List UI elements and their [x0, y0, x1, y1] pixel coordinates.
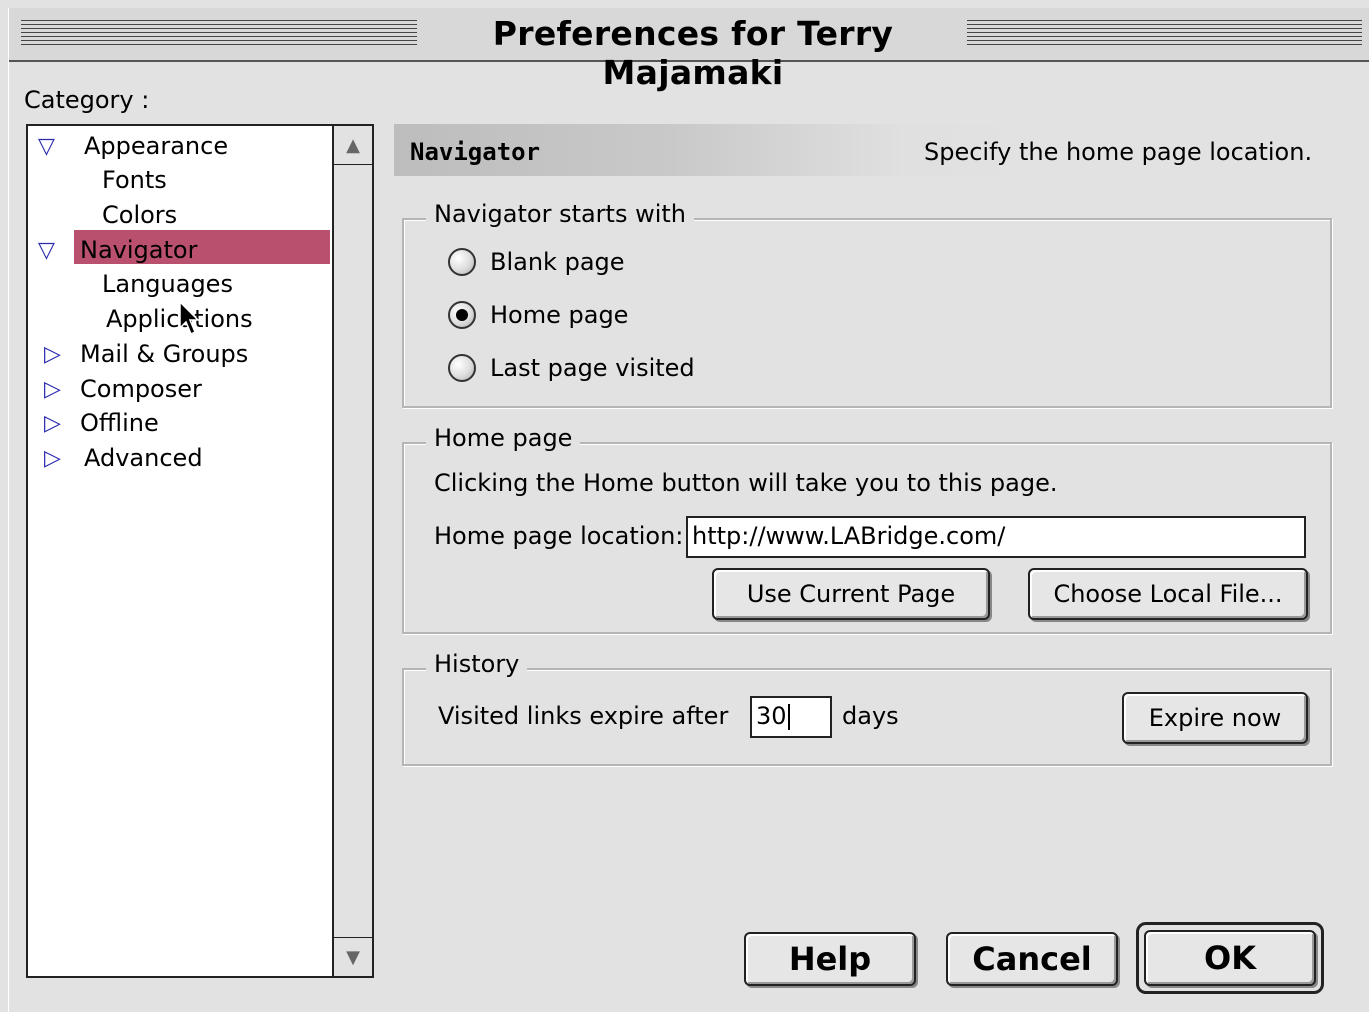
disclosure-triangle-open-icon[interactable]: ▽ [38, 240, 60, 262]
starts-with-legend: Navigator starts with [426, 200, 695, 228]
title-bar-stripes-right [967, 20, 1362, 48]
radio-home-page[interactable] [448, 301, 476, 329]
tree-item-label: Advanced [84, 444, 203, 472]
home-page-location-value: http://www.LABridge.com/ [692, 522, 1006, 550]
tree-item-label: Navigator [80, 236, 198, 264]
tree-item-label: Appearance [84, 132, 229, 160]
disclosure-triangle-closed-icon[interactable]: ▷ [44, 379, 66, 401]
scroll-up-arrow-icon[interactable]: ▲ [334, 126, 372, 165]
history-legend: History [426, 650, 528, 678]
radio-label-last-page-visited[interactable]: Last page visited [490, 354, 695, 382]
text-caret [787, 704, 790, 730]
category-label: Category : [24, 86, 150, 114]
tree-item-label: Offline [80, 409, 159, 437]
disclosure-triangle-closed-icon[interactable]: ▷ [44, 413, 66, 435]
disclosure-triangle-open-icon[interactable]: ▽ [38, 136, 60, 158]
tree-item-label: Mail & Groups [80, 340, 249, 368]
expire-now-button[interactable]: Expire now [1122, 692, 1308, 744]
history-days-value: 30 [756, 702, 787, 730]
tree-item-label: Fonts [102, 166, 167, 194]
scroll-down-arrow-icon[interactable]: ▼ [334, 937, 372, 976]
mouse-pointer-icon [179, 300, 200, 336]
title-bar[interactable]: Preferences for Terry Majamaki [9, 8, 1369, 92]
help-button[interactable]: Help [744, 932, 916, 986]
tree-item-label: Colors [102, 201, 178, 229]
tree-item-label: Composer [80, 375, 202, 403]
panel-description: Specify the home page location. [924, 138, 1313, 166]
category-tree[interactable]: ▽ Appearance Fonts Colors ▽ Navigator La… [26, 124, 374, 978]
cancel-button[interactable]: Cancel [946, 932, 1118, 986]
history-prefix: Visited links expire after [438, 702, 729, 730]
window-title: Preferences for Terry Majamaki [492, 14, 894, 92]
history-days-input[interactable]: 30 [750, 696, 832, 738]
radio-last-page-visited[interactable] [448, 354, 476, 382]
disclosure-triangle-closed-icon[interactable]: ▷ [44, 344, 66, 366]
disclosure-triangle-closed-icon[interactable]: ▷ [44, 448, 66, 470]
use-current-page-button[interactable]: Use Current Page [712, 568, 990, 620]
tree-item-label: Languages [102, 270, 233, 298]
home-page-note: Clicking the Home button will take you t… [434, 469, 1058, 497]
home-page-location-input[interactable]: http://www.LABridge.com/ [686, 516, 1306, 558]
radio-blank-page[interactable] [448, 248, 476, 276]
home-page-legend: Home page [426, 424, 581, 452]
tree-item-colors[interactable]: Colors [102, 199, 177, 231]
choose-local-file-button[interactable]: Choose Local File... [1028, 568, 1308, 620]
title-bar-stripes-left [21, 20, 417, 48]
home-page-location-label: Home page location: [434, 522, 684, 550]
tree-item-languages[interactable]: Languages [102, 268, 233, 300]
history-suffix: days [842, 702, 899, 730]
tree-item-fonts[interactable]: Fonts [102, 164, 167, 196]
radio-label-blank-page[interactable]: Blank page [490, 248, 625, 276]
ok-button[interactable]: OK [1144, 930, 1316, 986]
panel-title: Navigator [410, 138, 541, 166]
radio-label-home-page[interactable]: Home page [490, 301, 628, 329]
tree-scrollbar[interactable]: ▲ ▼ [332, 126, 372, 976]
